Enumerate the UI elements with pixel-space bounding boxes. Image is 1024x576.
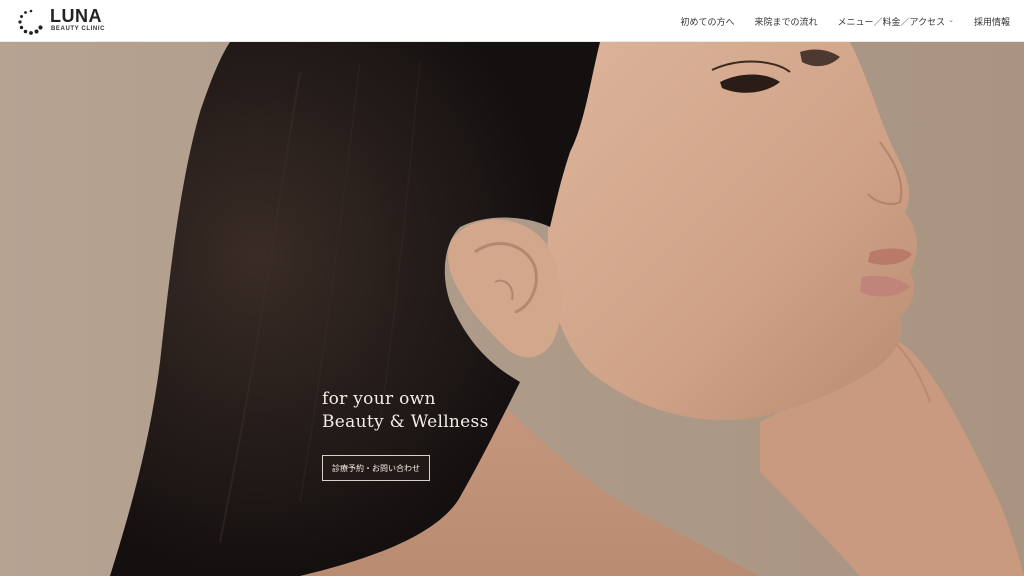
logo-name: LUNA — [50, 6, 102, 26]
hero-portrait-image — [0, 42, 1024, 576]
hero-section: for your own Beauty & Wellness 診療予約・お問い合… — [0, 42, 1024, 576]
chevron-down-icon: ⌄ — [948, 16, 954, 24]
nav-item-label: 採用情報 — [973, 17, 1010, 28]
tagline-line-1: for your own — [322, 389, 436, 409]
main-nav: 初めての方へ 来院までの流れ メニュー／料金／アクセス ⌄ 採用情報 — [681, 0, 1010, 42]
nav-item-label: 初めての方へ — [680, 17, 735, 28]
nav-item-visit-flow[interactable]: 来院までの流れ — [755, 15, 818, 28]
nav-item-menu-price-access[interactable]: メニュー／料金／アクセス ⌄ — [838, 15, 954, 28]
nav-item-first-time[interactable]: 初めての方へ — [681, 15, 735, 28]
nav-item-recruit[interactable]: 採用情報 — [974, 15, 1010, 28]
dotted-circle-logo-icon — [18, 9, 43, 35]
cta-label: 診療予約・お問い合わせ — [332, 463, 420, 473]
logo-subtitle: BEAUTY CLINIC — [51, 26, 106, 32]
nav-item-label: 来院までの流れ — [754, 17, 818, 28]
logo[interactable]: LUNA BEAUTY CLINIC — [17, 6, 113, 36]
site-header: LUNA BEAUTY CLINIC 初めての方へ 来院までの流れ メニュー／料… — [0, 0, 1024, 42]
nav-item-label: メニュー／料金／アクセス — [837, 17, 946, 28]
tagline-line-2: Beauty & Wellness — [322, 412, 489, 432]
hero-tagline: for your own Beauty & Wellness — [322, 388, 489, 434]
reservation-contact-button[interactable]: 診療予約・お問い合わせ — [322, 455, 430, 481]
